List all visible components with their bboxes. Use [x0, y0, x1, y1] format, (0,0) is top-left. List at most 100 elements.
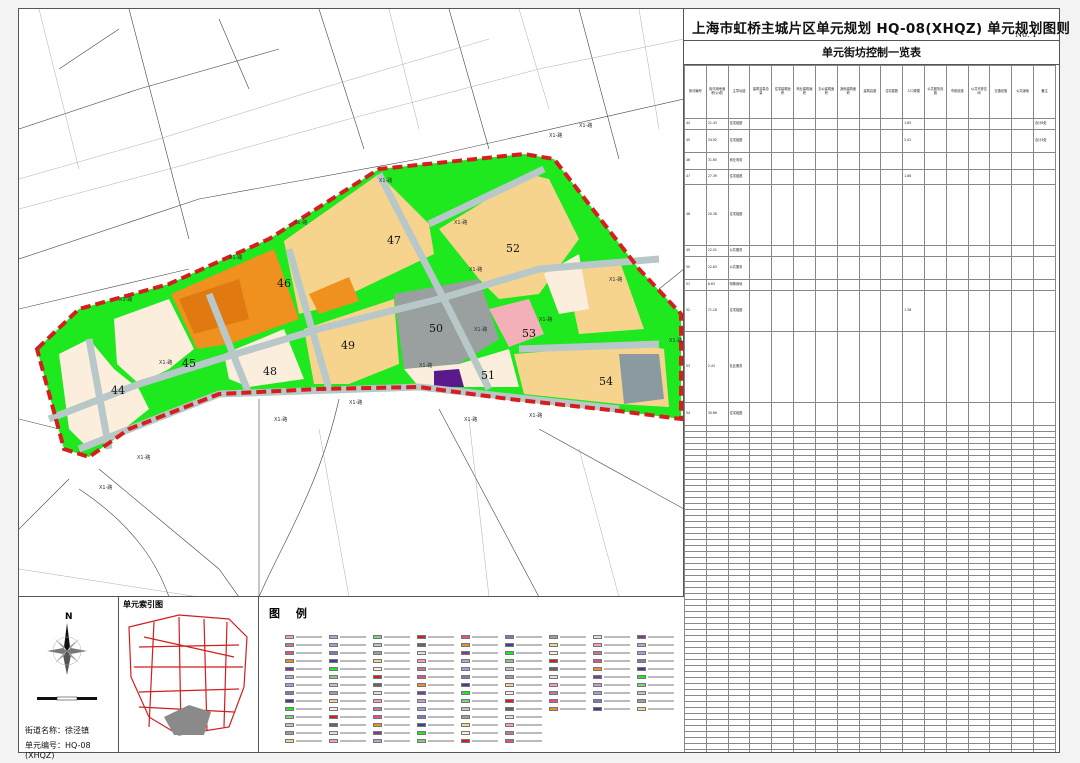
- legend-swatch: [329, 683, 338, 687]
- legend-swatch: [417, 731, 426, 735]
- table-cell: 71.18: [705, 290, 729, 332]
- table-cell: [902, 279, 925, 291]
- table-cell: [989, 152, 1013, 170]
- table-cell: 合计8处: [1033, 118, 1056, 130]
- compass-rose-icon: [47, 623, 87, 675]
- legend-item: [285, 683, 322, 687]
- legend-swatch: [637, 643, 646, 647]
- legend-text-placeholder: [472, 716, 498, 718]
- table-cell: 53: [684, 331, 707, 403]
- legend-text-placeholder: [516, 724, 542, 726]
- table-cell: 27.39: [705, 169, 729, 185]
- legend-item: [329, 699, 366, 703]
- legend-swatch: [505, 659, 514, 663]
- table-cell: [836, 331, 860, 403]
- table-cell: [771, 118, 795, 130]
- legend-item: [417, 683, 454, 687]
- table-cell: [814, 118, 838, 130]
- table-cell: [880, 331, 904, 403]
- table-cell: [858, 152, 882, 170]
- table-row: 52 71.18 住宅组团 1.38: [684, 290, 1056, 332]
- table-cell: 1.65: [902, 118, 925, 130]
- legend-item: [505, 643, 542, 647]
- legend-text-placeholder: [560, 676, 586, 678]
- road-label: X1-路: [99, 484, 112, 491]
- legend-text-placeholder: [384, 668, 410, 670]
- table-cell: [1011, 184, 1034, 246]
- table-cell: [989, 402, 1013, 426]
- legend-text-placeholder: [648, 668, 674, 670]
- legend-item: [505, 683, 542, 687]
- legend-item: [373, 699, 410, 703]
- legend-item: [549, 707, 586, 711]
- table-cell: [967, 279, 991, 291]
- legend-item: [637, 699, 674, 703]
- legend-text-placeholder: [296, 732, 322, 734]
- legend-item: [505, 659, 542, 663]
- unit-code: 单元编号：HQ-08 (XHQZ): [25, 741, 91, 760]
- legend-text-placeholder: [296, 700, 322, 702]
- table-header-cell: 公共服务设施: [923, 65, 947, 119]
- legend-swatch: [329, 667, 338, 671]
- legend-item: [505, 731, 542, 735]
- legend-swatch: [505, 731, 514, 735]
- legend-text-placeholder: [516, 732, 542, 734]
- legend-item: [417, 691, 454, 695]
- table-cell: [967, 169, 991, 185]
- legend-item: [417, 731, 454, 735]
- table-cell: [1011, 256, 1034, 280]
- legend-swatch: [285, 715, 294, 719]
- legend-text-placeholder: [340, 644, 366, 646]
- block-label-53: 53: [522, 327, 536, 340]
- legend-swatch: [285, 707, 294, 711]
- legend-item: [549, 651, 586, 655]
- table-cell: [1033, 749, 1056, 752]
- table-cell: [771, 245, 795, 257]
- legend-item: [373, 651, 410, 655]
- legend-item: [461, 651, 498, 655]
- table-cell: 公共服务: [727, 245, 751, 257]
- table-row: 51 6.63 特殊用地: [684, 279, 1056, 291]
- table-cell: 44: [684, 118, 707, 130]
- table-cell: [945, 129, 969, 153]
- legend-text-placeholder: [296, 668, 322, 670]
- legend-text-placeholder: [340, 660, 366, 662]
- table-cell: [945, 152, 969, 170]
- legend-swatch: [637, 659, 646, 663]
- legend-swatch: [373, 635, 382, 639]
- legend-item: [505, 723, 542, 727]
- table-cell: [902, 256, 925, 280]
- legend-item: [329, 723, 366, 727]
- road-label: X1-路: [454, 219, 467, 226]
- legend-item: [373, 731, 410, 735]
- road-label: X1-路: [474, 326, 487, 333]
- legend-text-placeholder: [384, 732, 410, 734]
- legend-text-placeholder: [472, 740, 498, 742]
- legend-item: [505, 691, 542, 695]
- block-54-grey: [619, 354, 664, 404]
- legend-text-placeholder: [604, 684, 630, 686]
- legend-text-placeholder: [516, 676, 542, 678]
- legend-swatch: [549, 667, 558, 671]
- legend-item: [549, 699, 586, 703]
- legend-item: [417, 707, 454, 711]
- table-cell: [967, 152, 991, 170]
- legend-text-placeholder: [340, 708, 366, 710]
- table-cell: [902, 331, 925, 403]
- table-cell: [836, 169, 860, 185]
- legend-item: [417, 635, 454, 639]
- road-label: X1-路: [379, 177, 392, 184]
- index-map-drawing: [128, 614, 248, 736]
- table-cell: [793, 290, 816, 332]
- legend-text-placeholder: [472, 732, 498, 734]
- table-header-cell: 街坊用地面积(公顷): [705, 65, 729, 119]
- table-cell: 1.88: [902, 169, 925, 185]
- table-cell: [814, 290, 838, 332]
- legend-text-placeholder: [296, 724, 322, 726]
- table-header-cell: 交通设施: [989, 65, 1013, 119]
- legend-item: [285, 667, 322, 671]
- legend-swatch: [637, 683, 646, 687]
- table-cell: 商业商务: [727, 152, 751, 170]
- legend-item: [373, 707, 410, 711]
- table-cell: [836, 256, 860, 280]
